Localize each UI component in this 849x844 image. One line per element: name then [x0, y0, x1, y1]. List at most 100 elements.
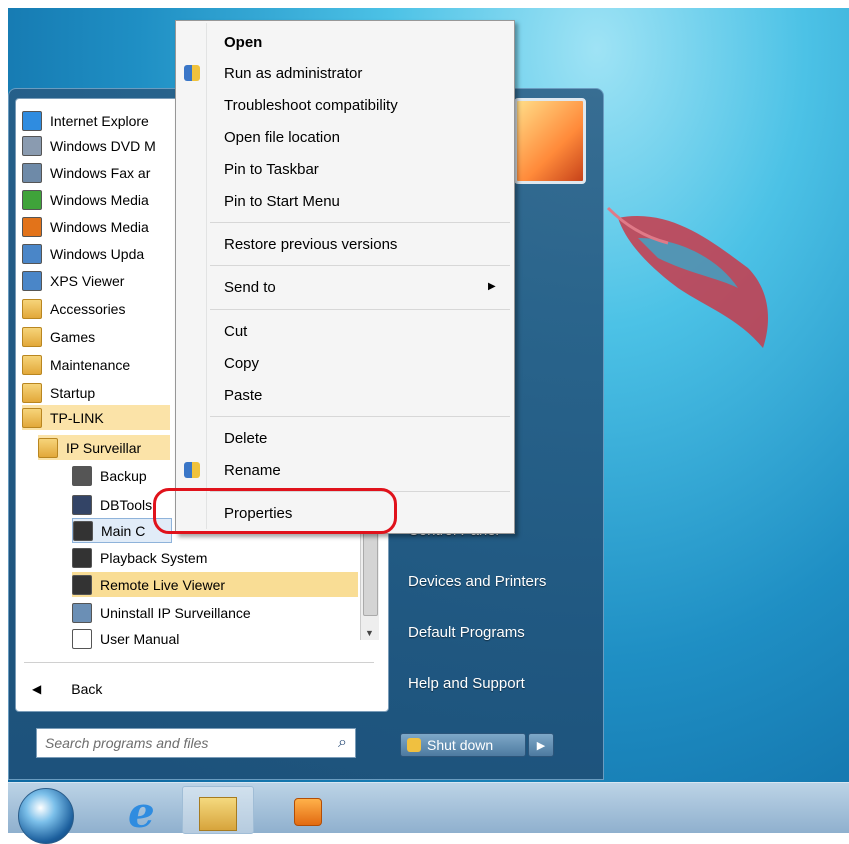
menu-item-delete[interactable]: Delete	[224, 426, 267, 450]
media-player-icon	[22, 216, 42, 237]
program-item[interactable]: Windows Fax ar	[22, 160, 174, 185]
program-item[interactable]: IP Surveillar	[38, 435, 170, 460]
program-item[interactable]: Backup	[72, 463, 172, 488]
scroll-down-icon[interactable]: ▼	[365, 628, 374, 638]
uninstall-icon	[72, 602, 92, 623]
program-label: Main C	[101, 522, 146, 539]
program-item[interactable]: XPS Viewer	[22, 268, 174, 293]
program-item[interactable]: Maintenance	[22, 352, 174, 377]
program-label: Windows DVD M	[50, 137, 156, 154]
xps-viewer-icon	[22, 270, 42, 291]
program-label: Remote Live Viewer	[100, 576, 226, 593]
help-support-link[interactable]: Help and Support	[408, 675, 525, 692]
menu-separator	[210, 265, 510, 266]
program-item[interactable]: Windows Upda	[22, 241, 174, 266]
media-center-icon	[22, 189, 42, 210]
program-label: DBTools	[100, 496, 153, 513]
user-picture[interactable]	[514, 98, 586, 184]
menu-item-rename[interactable]: Rename	[224, 458, 281, 482]
properties-highlight-ring	[153, 488, 397, 534]
fax-icon	[22, 162, 42, 183]
back-button[interactable]: ◀ Back	[32, 677, 102, 701]
program-label: Startup	[50, 384, 96, 401]
program-label: Uninstall IP Surveillance	[100, 604, 251, 621]
menu-item-open[interactable]: Open	[224, 30, 262, 54]
dvd-maker-icon	[22, 135, 42, 156]
program-label: Windows Upda	[50, 245, 145, 262]
shield-icon	[407, 738, 421, 752]
taskbar-windows-explorer[interactable]	[182, 786, 254, 834]
program-item[interactable]: Remote Live Viewer	[72, 572, 358, 597]
start-button[interactable]	[18, 788, 74, 844]
menu-item-paste[interactable]: Paste	[224, 383, 262, 407]
program-label: Windows Media	[50, 191, 149, 208]
remote-viewer-icon	[72, 574, 92, 595]
folder-icon	[22, 354, 42, 375]
menu-item-cut[interactable]: Cut	[224, 319, 247, 343]
folder-icon	[199, 797, 237, 831]
program-label: Playback System	[100, 549, 208, 566]
search-input[interactable]: Search programs and files ⌕	[36, 728, 356, 758]
shutdown-options-button[interactable]: ▶	[528, 733, 554, 757]
search-placeholder: Search programs and files	[45, 735, 209, 751]
main-console-icon	[73, 520, 93, 541]
menu-item-pin-start[interactable]: Pin to Start Menu	[224, 189, 340, 213]
shutdown-button[interactable]: Shut down	[400, 733, 526, 757]
program-label: Windows Media	[50, 218, 149, 235]
folder-icon	[22, 407, 42, 428]
program-label: Windows Fax ar	[50, 164, 151, 181]
playback-icon	[72, 547, 92, 568]
internet-explorer-icon: e	[128, 788, 155, 837]
submenu-arrow-icon: ▶	[488, 281, 496, 292]
dbtools-icon	[72, 494, 92, 515]
program-item[interactable]: User Manual	[72, 626, 358, 651]
menu-gutter	[206, 23, 207, 529]
program-item[interactable]: Accessories	[22, 296, 174, 321]
program-item[interactable]: Windows Media	[22, 214, 174, 239]
shutdown-label: Shut down	[427, 737, 494, 753]
program-label: TP-LINK	[50, 409, 104, 426]
program-label: XPS Viewer	[50, 272, 125, 289]
program-item[interactable]: Startup	[22, 380, 174, 405]
search-icon[interactable]: ⌕	[338, 734, 347, 752]
program-label: Accessories	[50, 300, 126, 317]
taskbar-media-player[interactable]	[286, 786, 356, 832]
chevron-right-icon: ▶	[536, 739, 546, 752]
program-label: User Manual	[100, 630, 180, 647]
program-item[interactable]: Uninstall IP Surveillance	[72, 600, 358, 625]
windows-update-icon	[22, 243, 42, 264]
menu-item-troubleshoot[interactable]: Troubleshoot compatibility	[224, 93, 398, 117]
program-item[interactable]: Internet Explore	[22, 108, 174, 133]
folder-icon	[22, 298, 42, 319]
menu-item-run-as-admin[interactable]: Run as administrator	[224, 61, 362, 85]
program-item[interactable]: Windows Media	[22, 187, 174, 212]
program-label: Internet Explore	[50, 112, 149, 129]
menu-separator	[210, 222, 510, 223]
devices-printers-link[interactable]: Devices and Printers	[408, 573, 546, 590]
uac-shield-icon	[184, 462, 200, 478]
folder-icon	[38, 437, 58, 458]
divider	[24, 662, 374, 663]
back-arrow-icon: ◀	[32, 682, 42, 696]
program-label: Maintenance	[50, 356, 131, 373]
program-label: Games	[50, 328, 96, 345]
document-icon	[72, 628, 92, 649]
menu-item-open-file-location[interactable]: Open file location	[224, 125, 340, 149]
menu-item-send-to[interactable]: Send to	[224, 275, 276, 299]
menu-item-copy[interactable]: Copy	[224, 351, 259, 375]
program-item[interactable]: Windows DVD M	[22, 133, 174, 158]
back-label: Back	[71, 681, 103, 697]
betta-fish-image	[606, 206, 768, 348]
program-item[interactable]: TP-LINK	[22, 405, 170, 430]
taskbar-internet-explorer[interactable]: e	[114, 786, 184, 837]
menu-item-restore-versions[interactable]: Restore previous versions	[224, 232, 397, 256]
menu-separator	[210, 416, 510, 417]
uac-shield-icon	[184, 65, 200, 81]
menu-separator	[210, 309, 510, 310]
program-item[interactable]: Games	[22, 324, 174, 349]
program-item[interactable]: Playback System	[72, 545, 292, 570]
default-programs-link[interactable]: Default Programs	[408, 624, 525, 641]
menu-item-pin-taskbar[interactable]: Pin to Taskbar	[224, 157, 319, 181]
media-player-icon	[294, 798, 322, 826]
folder-icon	[22, 382, 42, 403]
